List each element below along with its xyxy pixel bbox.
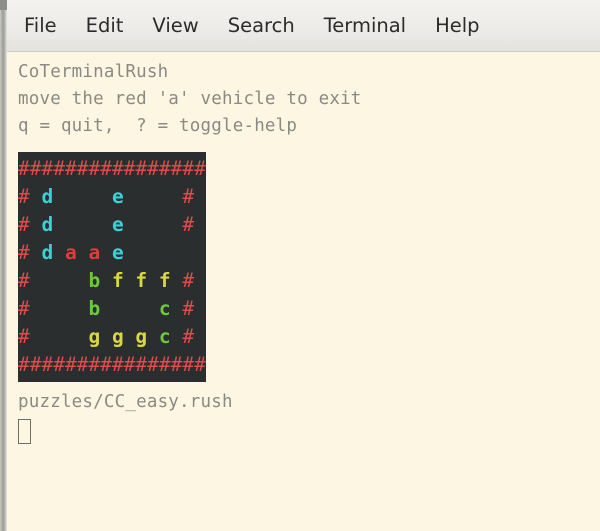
board-wall: # xyxy=(182,185,206,208)
board-vehicle-e[interactable]: e xyxy=(112,185,135,208)
board-wall: ## xyxy=(182,353,206,376)
board-row: ################ xyxy=(18,351,206,379)
board-vehicle-f[interactable]: f xyxy=(112,269,135,292)
board-vehicle-f[interactable]: f xyxy=(135,269,158,292)
board-empty xyxy=(65,297,88,320)
board-wall: ## xyxy=(111,353,136,376)
board-wall: ## xyxy=(41,157,65,180)
menu-bar: File Edit View Search Terminal Help xyxy=(7,0,600,52)
board-empty xyxy=(135,297,158,320)
board-vehicle-g[interactable]: g xyxy=(112,325,135,348)
window-left-rail xyxy=(0,0,7,531)
board-empty xyxy=(159,241,182,264)
board-wall: ## xyxy=(64,157,89,180)
board-row: ################ xyxy=(18,155,206,183)
board-empty xyxy=(159,213,182,236)
board-wall: ## xyxy=(182,157,206,180)
board-wall: ## xyxy=(135,353,159,376)
board-vehicle-g[interactable]: g xyxy=(135,325,158,348)
block-cursor xyxy=(18,419,31,444)
board-row: # b f f f # xyxy=(18,267,206,295)
board-empty xyxy=(182,241,205,264)
board-wall: # xyxy=(18,241,42,264)
menu-view[interactable]: View xyxy=(152,16,198,36)
board-vehicle-a[interactable]: a xyxy=(88,241,111,264)
board-vehicle-c[interactable]: c xyxy=(159,297,182,320)
board-empty xyxy=(65,325,88,348)
board-row: # b c # xyxy=(18,295,206,323)
board-empty xyxy=(88,185,111,208)
help-line: move the red 'a' vehicle to exit xyxy=(18,89,362,109)
board-wall: # xyxy=(18,185,42,208)
board-wall: # xyxy=(182,325,206,348)
board-vehicle-d[interactable]: d xyxy=(41,241,64,264)
board-empty xyxy=(135,213,158,236)
menu-help[interactable]: Help xyxy=(435,16,479,36)
board-wall: ## xyxy=(18,157,42,180)
game-board[interactable]: ################ # d e # # d e # # d a a … xyxy=(18,152,206,382)
board-empty xyxy=(159,185,182,208)
window-left-rail-cap xyxy=(0,0,7,10)
board-row: # d e # xyxy=(18,183,206,211)
board-wall: # xyxy=(182,297,206,320)
board-row: # g g g c # xyxy=(18,323,206,351)
board-empty xyxy=(41,269,64,292)
board-empty xyxy=(88,213,111,236)
board-vehicle-b[interactable]: b xyxy=(88,269,111,292)
board-wall: ## xyxy=(88,157,112,180)
board-wall: # xyxy=(18,325,42,348)
board-empty xyxy=(135,241,158,264)
board-row: # d a a e xyxy=(18,239,206,267)
board-wall: ## xyxy=(158,157,183,180)
board-empty xyxy=(65,185,88,208)
board-wall: # xyxy=(18,297,42,320)
board-empty xyxy=(41,297,64,320)
board-empty xyxy=(112,297,135,320)
board-vehicle-g[interactable]: g xyxy=(88,325,111,348)
board-wall: ## xyxy=(88,353,112,376)
menu-edit[interactable]: Edit xyxy=(86,16,124,36)
board-wall: # xyxy=(182,269,206,292)
board-empty xyxy=(135,185,158,208)
help-line: CoTerminalRush xyxy=(18,62,169,82)
board-vehicle-d[interactable]: d xyxy=(41,213,64,236)
board-vehicle-d[interactable]: d xyxy=(41,185,64,208)
help-text-block: CoTerminalRush move the red 'a' vehicle t… xyxy=(18,59,600,140)
board-empty xyxy=(65,269,88,292)
menu-search[interactable]: Search xyxy=(228,16,295,36)
help-line: q = quit, ? = toggle-help xyxy=(18,116,298,136)
menu-file[interactable]: File xyxy=(24,16,57,36)
terminal-window: File Edit View Search Terminal Help CoTermina… xyxy=(0,0,600,531)
board-wall: ## xyxy=(111,157,136,180)
board-row: # d e # xyxy=(18,211,206,239)
board-wall: # xyxy=(182,213,206,236)
board-wall: ## xyxy=(41,353,65,376)
board-vehicle-f[interactable]: f xyxy=(159,269,182,292)
board-empty xyxy=(41,325,64,348)
board-vehicle-c[interactable]: c xyxy=(159,325,182,348)
board-wall: # xyxy=(18,213,42,236)
board-vehicle-e[interactable]: e xyxy=(112,213,135,236)
terminal-content[interactable]: CoTerminalRush move the red 'a' vehicle t… xyxy=(7,53,600,531)
board-empty xyxy=(65,213,88,236)
board-vehicle-b[interactable]: b xyxy=(88,297,111,320)
board-wall: ## xyxy=(158,353,183,376)
board-wall: ## xyxy=(64,353,89,376)
menu-terminal[interactable]: Terminal xyxy=(324,16,406,36)
board-wall: # xyxy=(18,269,42,292)
puzzle-filename: puzzles/CC_easy.rush xyxy=(18,392,233,412)
board-wall: ## xyxy=(18,353,42,376)
board-vehicle-a[interactable]: a xyxy=(65,241,88,264)
board-vehicle-e[interactable]: e xyxy=(112,241,135,264)
board-wall: ## xyxy=(135,157,159,180)
